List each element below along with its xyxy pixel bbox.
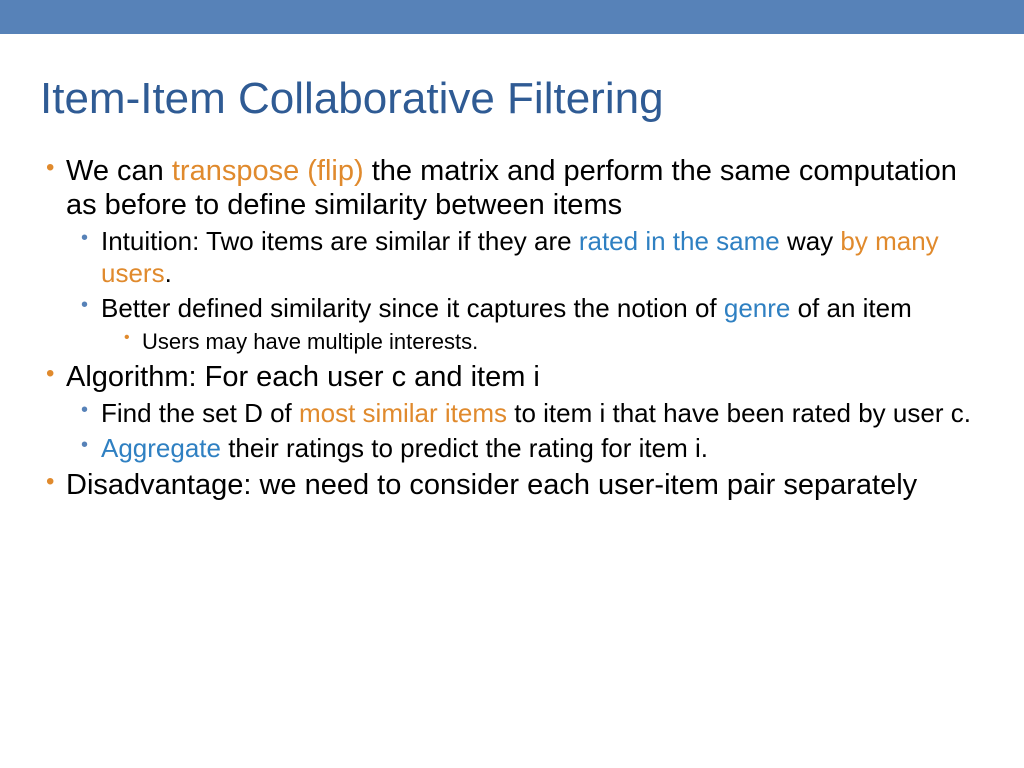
bullet-1b1: Users may have multiple interests. xyxy=(118,328,984,356)
text: Algorithm: For each user c and item i xyxy=(66,361,540,393)
bullet-2b: Aggregate their ratings to predict the r… xyxy=(75,433,984,464)
text: We can xyxy=(66,155,172,187)
text: their ratings to predict the rating for … xyxy=(221,433,708,463)
text-highlight: transpose (flip) xyxy=(172,155,364,187)
text: Better defined similarity since it captu… xyxy=(101,293,724,323)
text: . xyxy=(165,258,172,288)
bullet-3: Disadvantage: we need to consider each u… xyxy=(40,468,984,502)
text-highlight: genre xyxy=(724,293,791,323)
text: of an item xyxy=(790,293,911,323)
text: Users may have multiple interests. xyxy=(142,329,478,354)
text-highlight: most similar items xyxy=(299,398,507,428)
slide-title: Item-Item Collaborative Filtering xyxy=(40,74,984,124)
text: Find the set D of xyxy=(101,398,299,428)
top-bar xyxy=(0,0,1024,34)
text: Intuition: Two items are similar if they… xyxy=(101,226,579,256)
slide-content: Item-Item Collaborative Filtering We can… xyxy=(0,34,1024,502)
bullet-1: We can transpose (flip) the matrix and p… xyxy=(40,154,984,222)
bullet-2a: Find the set D of most similar items to … xyxy=(75,398,984,429)
text: way xyxy=(780,226,841,256)
bullet-2: Algorithm: For each user c and item i xyxy=(40,360,984,394)
bullet-1a: Intuition: Two items are similar if they… xyxy=(75,226,984,288)
text: to item i that have been rated by user c… xyxy=(507,398,971,428)
text-highlight: Aggregate xyxy=(101,433,221,463)
text-highlight: rated in the same xyxy=(579,226,780,256)
text: Disadvantage: we need to consider each u… xyxy=(66,469,917,501)
bullet-list: We can transpose (flip) the matrix and p… xyxy=(40,154,984,502)
bullet-1b: Better defined similarity since it captu… xyxy=(75,293,984,324)
